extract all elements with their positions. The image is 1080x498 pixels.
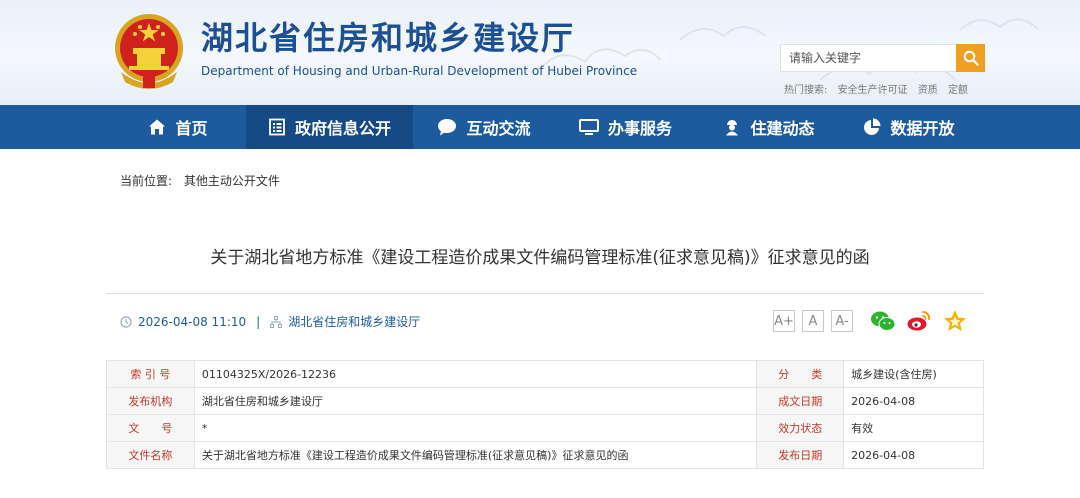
doc-number-label: 文 号: [106, 414, 195, 442]
publisher-value: 湖北省住房和城乡建设厅: [193, 387, 758, 415]
written-date-value: 2026-04-08: [843, 387, 984, 415]
document-info-table: 索 引 号 01104325X/2026-12236 分 类 城乡建设(含住房)…: [106, 360, 984, 469]
clock-icon: [120, 315, 132, 328]
table-row: 发布机构 湖北省住房和城乡建设厅 成文日期 2026-04-08: [106, 387, 984, 415]
breadcrumb-current[interactable]: 其他主动公开文件: [184, 174, 280, 188]
national-emblem-icon[interactable]: [113, 12, 185, 90]
validity-value: 有效: [843, 414, 984, 442]
nav-item-home[interactable]: 首页: [130, 105, 226, 149]
org-chart-icon: [270, 315, 283, 328]
nav-label: 办事服务: [607, 119, 672, 138]
font-decrease-button[interactable]: A-: [831, 310, 853, 332]
article-title: 关于湖北省地方标准《建设工程造价成果文件编码管理标准(征求意见稿)》征求意见的函: [210, 248, 870, 268]
meta-separator: |: [256, 314, 261, 329]
hot-search-term[interactable]: 安全生产许可证: [838, 85, 908, 96]
home-icon: [148, 118, 166, 136]
doc-number-value: *: [193, 414, 758, 442]
publish-date-value: 2026-04-08: [843, 441, 984, 469]
nav-item-services[interactable]: 办事服务: [563, 105, 688, 149]
hot-search-label: 热门搜索:: [784, 85, 828, 96]
table-row: 文 号 * 效力状态 有效: [106, 414, 984, 442]
hot-search-term[interactable]: 定额: [948, 85, 968, 96]
hot-search-term[interactable]: 资质: [918, 85, 938, 96]
index-number-label: 索 引 号: [106, 360, 195, 388]
index-number-value: 01104325X/2026-12236: [193, 360, 758, 388]
breadcrumb-label: 当前位置:: [120, 174, 173, 188]
file-name-label: 文件名称: [106, 441, 195, 469]
worker-icon: [723, 118, 741, 136]
validity-label: 效力状态: [756, 414, 845, 442]
search-field-wrapper: [780, 44, 956, 72]
search-icon: [963, 50, 979, 66]
publish-date-label: 发布日期: [756, 441, 845, 469]
site-subtitle: Department of Housing and Urban-Rural De…: [201, 64, 638, 78]
category-value: 城乡建设(含住房): [843, 360, 984, 388]
written-date-label: 成文日期: [756, 387, 845, 415]
nav-item-construction-news[interactable]: 住建动态: [708, 105, 830, 149]
publish-datetime: 2026-04-08 11:10: [138, 314, 247, 329]
article-meta-info: 2026-04-08 11:10 | 湖北省住房和城乡建设厅: [120, 313, 420, 330]
breadcrumb: 当前位置: 其他主动公开文件: [120, 172, 280, 189]
monitor-icon: [578, 118, 599, 136]
search-button[interactable]: [956, 44, 985, 72]
wechat-icon[interactable]: [870, 308, 896, 334]
nav-item-interaction[interactable]: 互动交流: [423, 105, 545, 149]
nav-label: 数据开放: [890, 119, 955, 138]
category-label: 分 类: [756, 360, 845, 388]
publish-source: 湖北省住房和城乡建设厅: [288, 315, 421, 329]
nav-item-open-data[interactable]: 数据开放: [848, 105, 970, 149]
site-header: 湖北省住房和城乡建设厅 Department of Housing and Ur…: [0, 0, 1080, 105]
font-increase-button[interactable]: A+: [773, 310, 795, 332]
nav-label: 政府信息公开: [294, 119, 391, 138]
article-meta-bar: 2026-04-08 11:10 | 湖北省住房和城乡建设厅 A+ A A-: [106, 293, 984, 345]
nav-item-gov-info[interactable]: 政府信息公开: [246, 105, 413, 149]
file-name-value: 关于湖北省地方标准《建设工程造价成果文件编码管理标准(征求意见稿)》征求意见的函: [193, 441, 758, 469]
font-default-button[interactable]: A: [802, 310, 824, 332]
publisher-label: 发布机构: [106, 387, 195, 415]
pie-chart-icon: [863, 118, 881, 136]
nav-label: 首页: [175, 119, 208, 138]
nav-label: 住建动态: [750, 119, 815, 138]
nav-label: 互动交流: [466, 119, 531, 138]
search-input[interactable]: [781, 45, 956, 71]
table-row: 文件名称 关于湖北省地方标准《建设工程造价成果文件编码管理标准(征求意见稿)》征…: [106, 441, 984, 469]
site-title[interactable]: 湖北省住房和城乡建设厅: [201, 18, 575, 58]
main-nav: 首页 政府信息公开 互动交流 办事服务 住建动态 数据开放: [0, 105, 1080, 149]
chat-bubble-icon: [437, 118, 457, 136]
hot-search-bar: 热门搜索: 安全生产许可证 资质 定额: [784, 81, 975, 96]
table-row: 索 引 号 01104325X/2026-12236 分 类 城乡建设(含住房): [106, 360, 984, 388]
weibo-icon[interactable]: [906, 308, 932, 334]
document-list-icon: [268, 118, 286, 136]
favorite-star-icon[interactable]: [942, 308, 968, 334]
